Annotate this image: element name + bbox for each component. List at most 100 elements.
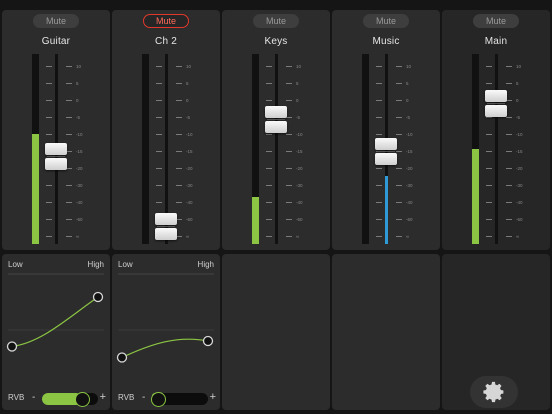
- scale-tick: [486, 134, 492, 135]
- scale-label: -30: [516, 183, 523, 188]
- scale-tick: [66, 236, 72, 237]
- reverb-control: RVB - +: [112, 391, 220, 407]
- reverb-knob[interactable]: [150, 392, 166, 407]
- scale-tick: [156, 134, 162, 135]
- eq-high-handle: [92, 291, 104, 303]
- scale-label: 0: [296, 98, 299, 103]
- scale-label: ∞: [76, 234, 80, 239]
- scale-tick: [66, 100, 72, 101]
- scale-tick: [266, 83, 272, 84]
- scale-label: 0: [186, 98, 189, 103]
- level-meter: [252, 54, 259, 244]
- mute-button[interactable]: Mute: [473, 14, 519, 28]
- scale-tick: [396, 134, 402, 135]
- mute-button[interactable]: Mute: [143, 14, 189, 28]
- scale-tick: [176, 83, 182, 84]
- scale-label: 10: [186, 64, 192, 69]
- reverb-control: RVB - +: [2, 391, 110, 407]
- scale-tick: [486, 219, 492, 220]
- scale-tick: [396, 100, 402, 101]
- scale-label: 5: [406, 81, 409, 86]
- scale-label: 5: [516, 81, 519, 86]
- reverb-increase-button[interactable]: +: [100, 391, 106, 403]
- scale-tick: [486, 202, 492, 203]
- scale-label: -15: [186, 149, 193, 154]
- scale-tick: [376, 66, 382, 67]
- scale-tick: [176, 100, 182, 101]
- fader-handle[interactable]: [375, 138, 397, 166]
- scale-tick: [286, 83, 292, 84]
- scale-label: -40: [516, 200, 523, 205]
- scale-label: -15: [296, 149, 303, 154]
- scale-tick: [66, 117, 72, 118]
- scale-label: -5: [186, 115, 191, 120]
- scale-label: -40: [296, 200, 303, 205]
- scale-tick: [266, 66, 272, 67]
- scale-tick: [506, 83, 512, 84]
- scale-tick: [376, 117, 382, 118]
- mute-button[interactable]: Mute: [253, 14, 299, 28]
- scale-tick: [286, 100, 292, 101]
- scale-label: -30: [76, 183, 83, 188]
- scale-tick: [286, 236, 292, 237]
- fader-scale: 10 5 0 -5 -10 -15 -20 -30 -40 -60 ∞: [266, 64, 316, 239]
- scale-label: -60: [186, 217, 193, 222]
- scale-label: 10: [296, 64, 302, 69]
- reverb-label: RVB: [8, 393, 25, 402]
- scale-tick: [286, 185, 292, 186]
- scale-tick: [286, 151, 292, 152]
- scale-tick: [376, 236, 382, 237]
- settings-button[interactable]: [470, 376, 518, 408]
- scale-tick: [396, 117, 402, 118]
- scale-label: -60: [516, 217, 523, 222]
- scale-tick: [46, 185, 52, 186]
- eq-curve-area[interactable]: [2, 254, 110, 384]
- scale-label: 0: [406, 98, 409, 103]
- scale-tick: [506, 168, 512, 169]
- scale-label: -5: [76, 115, 81, 120]
- scale-tick: [506, 134, 512, 135]
- channel-name: Main: [484, 36, 508, 47]
- scale-label: -30: [296, 183, 303, 188]
- scale-tick: [266, 185, 272, 186]
- scale-tick: [396, 202, 402, 203]
- scale-tick: [46, 236, 52, 237]
- scale-label: 0: [516, 98, 519, 103]
- scale-tick: [156, 66, 162, 67]
- eq-panel-ch2: Low High RVB - +: [112, 254, 220, 410]
- scale-tick: [266, 151, 272, 152]
- reverb-decrease-button[interactable]: -: [142, 392, 145, 403]
- mute-button[interactable]: Mute: [363, 14, 409, 28]
- reverb-slider[interactable]: [150, 392, 208, 407]
- reverb-decrease-button[interactable]: -: [32, 392, 35, 403]
- scale-tick: [156, 202, 162, 203]
- reverb-knob[interactable]: [75, 392, 91, 407]
- eq-high-handle: [202, 335, 214, 347]
- fader-handle[interactable]: [45, 143, 67, 171]
- scale-tick: [396, 185, 402, 186]
- scale-tick: [486, 66, 492, 67]
- empty-panel: [332, 254, 440, 410]
- scale-tick: [176, 134, 182, 135]
- reverb-slider[interactable]: [42, 392, 98, 407]
- scale-label: -10: [406, 132, 413, 137]
- mute-button[interactable]: Mute: [33, 14, 79, 28]
- fader-handle[interactable]: [155, 213, 177, 241]
- fader-handle[interactable]: [485, 90, 507, 118]
- fader-handle[interactable]: [265, 106, 287, 134]
- scale-tick: [66, 134, 72, 135]
- scale-label: -20: [76, 166, 83, 171]
- scale-tick: [396, 219, 402, 220]
- scale-tick: [286, 66, 292, 67]
- scale-tick: [486, 168, 492, 169]
- scale-tick: [286, 168, 292, 169]
- scale-label: -60: [406, 217, 413, 222]
- scale-label: 5: [296, 81, 299, 86]
- reverb-increase-button[interactable]: +: [210, 391, 216, 403]
- eq-curve-area[interactable]: [112, 254, 220, 384]
- scale-label: 5: [76, 81, 79, 86]
- scale-tick: [376, 168, 382, 169]
- scale-label: -60: [296, 217, 303, 222]
- scale-label: -15: [516, 149, 523, 154]
- scale-tick: [176, 66, 182, 67]
